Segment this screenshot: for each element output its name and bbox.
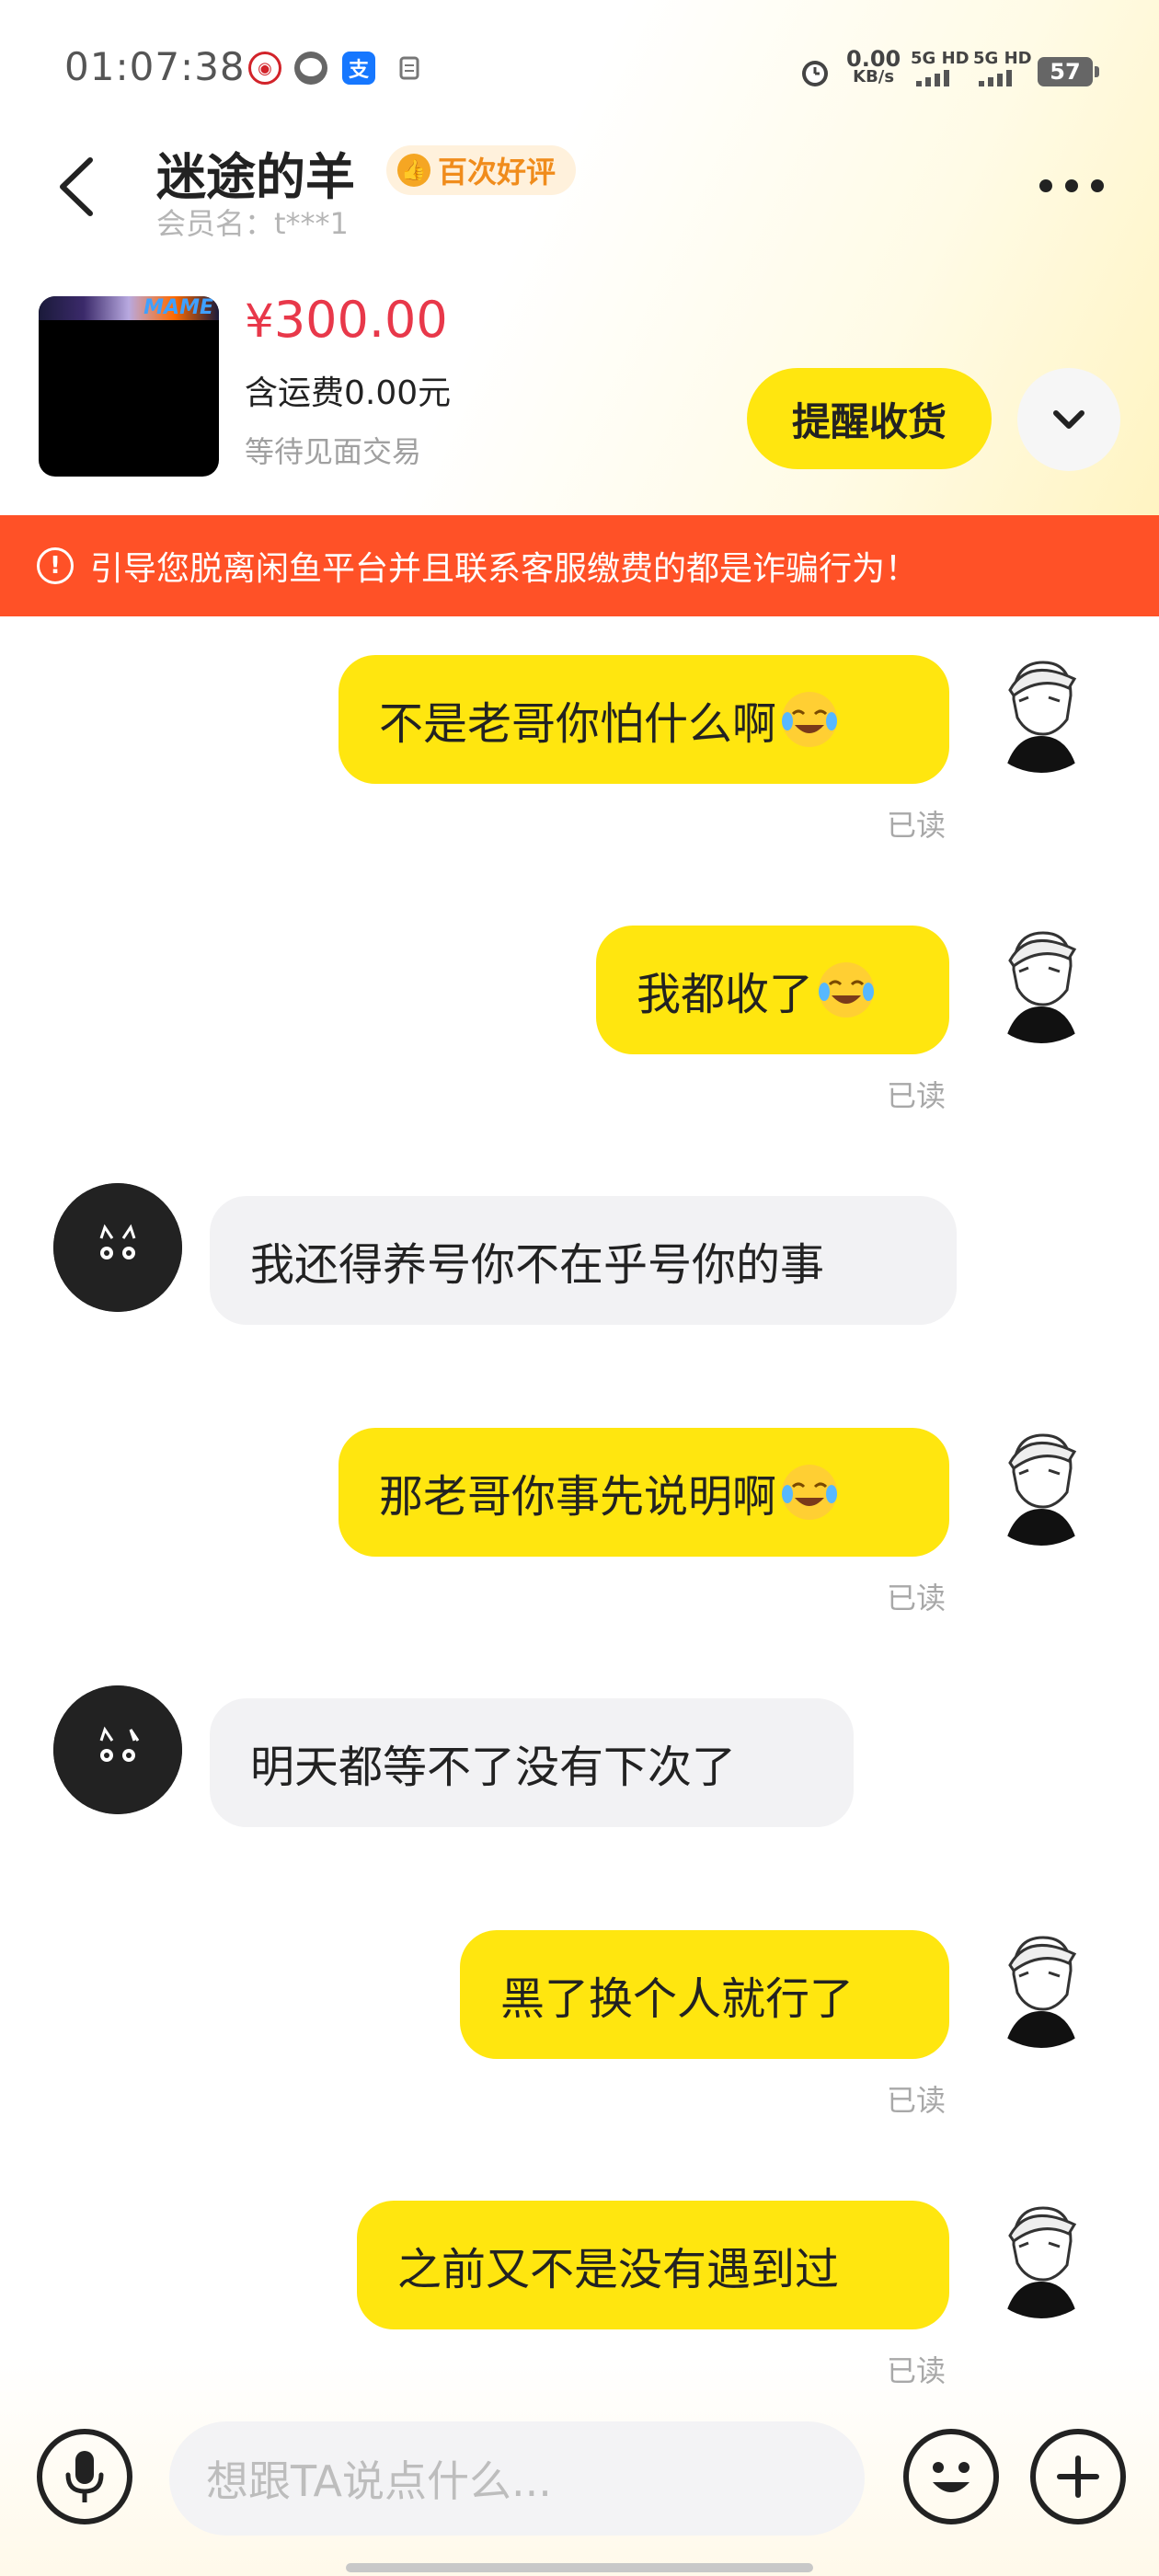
battery-indicator: 57 [1038, 57, 1099, 86]
emoji-button[interactable] [903, 2429, 999, 2524]
home-indicator[interactable] [346, 2563, 813, 2572]
review-badge[interactable]: 👍 百次好评 [386, 145, 577, 195]
alert-icon: ! [37, 547, 74, 584]
read-receipt: 已读 [887, 1581, 947, 1616]
seller-avatar[interactable] [53, 1685, 182, 1814]
review-badge-label: 百次好评 [438, 155, 557, 190]
product-thumbnail[interactable]: MAME [39, 296, 219, 477]
message-icon [294, 52, 327, 85]
my-avatar[interactable] [977, 2190, 1106, 2318]
more-dot [1039, 179, 1052, 192]
message-bubble-sent[interactable]: 我都收了 [596, 926, 949, 1054]
user-avatar-icon [977, 2190, 1106, 2318]
user-avatar-icon [977, 1919, 1106, 2048]
message-text: 那老哥你事先说明啊 [379, 1471, 777, 1523]
read-receipt: 已读 [887, 1078, 947, 1113]
cat-avatar-icon [53, 1685, 182, 1814]
message-bubble-received[interactable]: 明天都等不了没有下次了 [210, 1698, 854, 1827]
seller-avatar[interactable] [53, 1183, 182, 1312]
alipay-icon: 支 [342, 52, 375, 85]
bank-icon: ◉ [248, 52, 281, 85]
fraud-warning-banner: ! 引导您脱离闲鱼平台并且联系客服缴费的都是诈骗行为！ [0, 515, 1159, 616]
smile-icon [933, 2462, 970, 2492]
read-receipt: 已读 [887, 2083, 947, 2118]
product-price: ¥300.00 [245, 291, 448, 349]
message-bubble-received[interactable]: 我还得养号你不在乎号你的事 [210, 1196, 957, 1325]
user-avatar-icon [977, 914, 1106, 1043]
seller-name[interactable]: 迷途的羊 [156, 136, 355, 209]
message-text: 我都收了 [637, 969, 814, 1020]
expand-button[interactable] [1017, 368, 1120, 471]
status-time: 01:07:38 [64, 44, 246, 89]
chevron-down-icon [1053, 410, 1084, 429]
message-bubble-sent[interactable]: 不是老哥你怕什么啊 [339, 655, 949, 784]
my-avatar[interactable] [977, 644, 1106, 773]
thumbs-up-icon: 👍 [397, 154, 430, 187]
my-avatar[interactable] [977, 1417, 1106, 1546]
shipping-fee: 含运费0.00元 [245, 374, 452, 412]
chevron-left-icon [60, 157, 93, 216]
signal-sim2: 5G HD [973, 50, 1032, 89]
clipboard-icon [394, 52, 427, 85]
voice-input-button[interactable] [37, 2429, 132, 2524]
my-avatar[interactable] [977, 914, 1106, 1043]
read-receipt: 已读 [887, 2353, 947, 2388]
fraud-warning-text: 引导您脱离闲鱼平台并且联系客服缴费的都是诈骗行为！ [90, 550, 919, 588]
net-speed: 0.00 KB/s [846, 46, 901, 86]
message-text: 不是老哥你怕什么啊 [379, 698, 777, 750]
message-bubble-sent[interactable]: 那老哥你事先说明啊 [339, 1428, 949, 1557]
message-bubble-sent[interactable]: 黑了换个人就行了 [460, 1930, 949, 2059]
plus-icon [1057, 2455, 1099, 2498]
cry-laugh-emoji-icon [819, 962, 875, 1018]
user-avatar-icon [977, 1417, 1106, 1546]
message-bubble-sent[interactable]: 之前又不是没有遇到过 [357, 2201, 949, 2329]
back-button[interactable] [55, 155, 98, 219]
more-dot [1091, 179, 1104, 192]
thumbnail-logo: MAME [143, 296, 213, 319]
member-name: 会员名：t***1 [156, 206, 349, 241]
order-state: 等待见面交易 [245, 434, 422, 469]
cry-laugh-emoji-icon [782, 692, 838, 747]
remind-receipt-button[interactable]: 提醒收货 [747, 368, 992, 469]
my-avatar[interactable] [977, 1919, 1106, 2048]
more-dot [1065, 179, 1078, 192]
more-actions-button[interactable] [1030, 2429, 1126, 2524]
cry-laugh-emoji-icon [782, 1465, 838, 1520]
signal-sim1: 5G HD [911, 50, 970, 89]
more-options-button[interactable] [1039, 175, 1113, 197]
cat-avatar-icon [53, 1183, 182, 1312]
message-input[interactable]: 想跟TA说点什么... [169, 2421, 865, 2536]
microphone-icon [65, 2451, 104, 2502]
alarm-icon [797, 53, 833, 94]
read-receipt: 已读 [887, 808, 947, 843]
user-avatar-icon [977, 644, 1106, 773]
